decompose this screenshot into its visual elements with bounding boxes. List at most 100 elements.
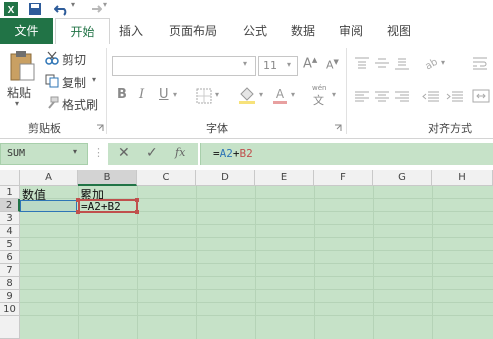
undo-icon[interactable] [54, 2, 70, 16]
range-handle[interactable] [76, 210, 80, 214]
fill-color-dropdown-icon[interactable]: ▾ [259, 90, 263, 99]
fill-color-icon[interactable] [238, 86, 256, 104]
scissors-icon[interactable] [45, 51, 59, 65]
borders-dropdown-icon[interactable]: ▾ [215, 90, 219, 99]
row-header-6[interactable]: 6 [0, 251, 20, 264]
merge-center-icon[interactable] [472, 88, 490, 104]
cell-b2-content: =A2+B2 [81, 200, 121, 213]
paste-dropdown-icon[interactable]: ▾ [15, 99, 19, 108]
orientation-icon[interactable]: ab [422, 54, 440, 70]
row-header-8[interactable]: 8 [0, 277, 20, 290]
align-top-icon[interactable] [354, 56, 370, 70]
column-header-d[interactable]: D [196, 170, 255, 186]
name-box[interactable]: SUM ▾ [0, 143, 88, 165]
column-header-a[interactable]: A [20, 170, 78, 186]
font-color-dropdown-icon[interactable]: ▾ [291, 90, 295, 99]
tab-view[interactable]: 视图 [378, 18, 420, 44]
phonetic-dropdown-icon[interactable]: ▾ [332, 90, 336, 99]
row-header-4[interactable]: 4 [0, 225, 20, 238]
column-header-b[interactable]: B [78, 170, 137, 186]
font-size-combobox[interactable]: 11 ▾ [258, 56, 298, 76]
ribbon-home: 粘贴 ▾ 剪切 复制 ▾ 格式刷 剪贴板 ▾ 11 ▾ A▲ A▼ B I U … [0, 44, 493, 139]
tab-insert[interactable]: 插入 [110, 18, 152, 44]
align-center-icon[interactable] [374, 90, 390, 104]
row-header-5[interactable]: 5 [0, 238, 20, 251]
save-icon[interactable] [28, 2, 42, 16]
gridline [20, 237, 493, 238]
decrease-font-size-icon[interactable]: A▼ [326, 58, 339, 72]
formula-ref-b2: B2 [239, 147, 253, 160]
row-header-3[interactable]: 3 [0, 212, 20, 225]
enter-icon[interactable]: ✓ [146, 145, 158, 161]
range-handle[interactable] [76, 198, 80, 202]
column-header-e[interactable]: E [255, 170, 314, 186]
gridline [20, 224, 493, 225]
wrap-text-icon[interactable] [472, 56, 488, 70]
column-header-c[interactable]: C [137, 170, 196, 186]
tab-data[interactable]: 数据 [282, 18, 324, 44]
tab-page-layout[interactable]: 页面布局 [156, 18, 230, 44]
chevron-down-icon[interactable]: ▾ [243, 59, 247, 68]
group-divider [106, 48, 107, 134]
phonetic-glyph: 文 [313, 94, 324, 107]
tab-home[interactable]: 开始 [55, 18, 110, 45]
paste-icon[interactable] [8, 50, 36, 82]
tab-formulas[interactable]: 公式 [234, 18, 276, 44]
cell-b2-active[interactable]: =A2+B2 [78, 199, 138, 213]
orientation-dropdown-icon[interactable]: ▾ [441, 58, 445, 67]
formula-plus: + [232, 147, 240, 160]
align-middle-icon[interactable] [374, 56, 390, 70]
format-painter-icon[interactable] [45, 96, 59, 110]
dialog-launcher-icon[interactable] [334, 124, 342, 132]
format-painter-button[interactable]: 格式刷 [62, 96, 98, 113]
tab-file[interactable]: 文件 [0, 18, 53, 44]
formula-bar: SUM ▾ ⋮ ✕ ✓ fx =A2+B2 [0, 143, 493, 167]
column-header-f[interactable]: F [314, 170, 373, 186]
undo-dropdown-icon[interactable]: ▾ [71, 0, 75, 9]
align-left-icon[interactable] [354, 90, 370, 104]
increase-font-size-icon[interactable]: A▲ [303, 56, 317, 71]
row-header-1[interactable]: 1 [0, 186, 20, 199]
row-header-10[interactable]: 10 [0, 303, 20, 316]
cell-a2-reference-highlight[interactable] [20, 200, 77, 212]
dialog-launcher-icon[interactable] [96, 124, 104, 132]
bold-button[interactable]: B [117, 87, 127, 102]
cancel-icon[interactable]: ✕ [118, 145, 130, 161]
underline-button[interactable]: U [159, 87, 169, 102]
customize-qat-icon[interactable]: ▾ [103, 0, 107, 9]
formula-input[interactable]: =A2+B2 [200, 143, 493, 165]
redo-icon[interactable] [88, 2, 102, 16]
copy-button[interactable]: 复制 [62, 74, 86, 91]
select-all-corner[interactable] [0, 170, 20, 186]
gridline [20, 276, 493, 277]
align-right-icon[interactable] [394, 90, 410, 104]
row-header-7[interactable]: 7 [0, 264, 20, 277]
column-header-g[interactable]: G [373, 170, 432, 186]
formula-bar-splitter-icon[interactable]: ⋮ [93, 146, 104, 159]
column-header-h[interactable]: H [432, 170, 493, 186]
font-name-combobox[interactable] [112, 56, 256, 76]
decrease-indent-icon[interactable] [422, 90, 440, 104]
row-header-9[interactable]: 9 [0, 290, 20, 303]
font-color-icon[interactable]: A [272, 86, 288, 104]
svg-text:X: X [8, 5, 15, 16]
insert-function-icon[interactable]: fx [175, 146, 185, 159]
italic-button[interactable]: I [139, 87, 144, 102]
tab-review[interactable]: 审阅 [330, 18, 372, 44]
borders-icon[interactable] [196, 88, 212, 104]
row-header-2[interactable]: 2 [0, 199, 20, 212]
underline-dropdown-icon[interactable]: ▾ [173, 90, 177, 99]
range-handle[interactable] [135, 198, 139, 202]
alignment-group-label: 对齐方式 [428, 122, 472, 135]
copy-icon[interactable] [45, 74, 59, 88]
phonetic-guide-icon[interactable]: wén 文 [310, 84, 330, 107]
range-handle[interactable] [135, 210, 139, 214]
font-size-value: 11 [263, 59, 277, 72]
chevron-down-icon[interactable]: ▾ [73, 147, 77, 156]
copy-dropdown-icon[interactable]: ▾ [92, 75, 96, 84]
worksheet-grid[interactable]: A B C D E F G H 1 2 3 4 5 6 7 8 9 10 数值 … [0, 170, 493, 339]
formula-equals: = [213, 147, 220, 160]
cut-button[interactable]: 剪切 [62, 51, 86, 68]
align-bottom-icon[interactable] [394, 56, 410, 70]
increase-indent-icon[interactable] [446, 90, 464, 104]
